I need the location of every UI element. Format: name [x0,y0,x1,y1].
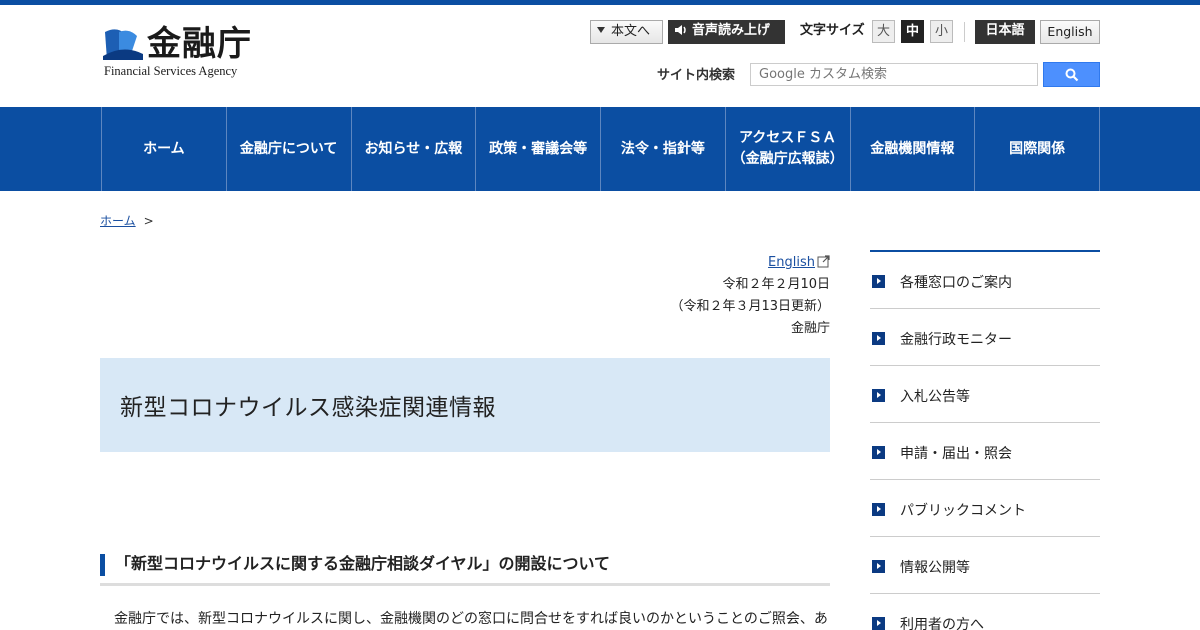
sidebar-item-users[interactable]: 利用者の方へ [870,594,1100,630]
arrow-square-icon [872,275,885,288]
divider [964,22,965,42]
nav-item-home[interactable]: ホーム [102,107,227,191]
english-page-link[interactable]: English [768,255,815,270]
voice-readout-button[interactable]: 音声読み上げ [668,20,785,44]
nav-item-access-fsa[interactable]: アクセスＦＳＡ （金融庁広報誌） [726,107,851,191]
breadcrumb-home-link[interactable]: ホーム [100,214,136,228]
nav-item-news[interactable]: お知らせ・広報 [352,107,477,191]
arrow-square-icon [872,332,885,345]
sidebar-item-contact[interactable]: 各種窓口のご案内 [870,252,1100,309]
nav-item-about[interactable]: 金融庁について [227,107,352,191]
body-paragraph: 金融庁では、新型コロナウイルスに関し、金融機関のどの窓口に問合せをすれば良いのか… [114,611,828,627]
skip-to-content-button[interactable]: 本文へ [590,20,663,44]
sidebar-item-public-comment[interactable]: パブリックコメント [870,480,1100,537]
nav-item-laws[interactable]: 法令・指針等 [601,107,726,191]
agency-name: 金融庁 [790,321,830,336]
arrow-square-icon [872,446,885,459]
global-nav: ホーム 金融庁について お知らせ・広報 政策・審議会等 法令・指針等 アクセスＦ… [0,107,1200,191]
arrow-square-icon [872,389,885,402]
page-title: 新型コロナウイルス感染症関連情報 [120,395,496,421]
arrow-square-icon [872,617,885,630]
logo-text: 金融庁 [147,24,252,64]
external-link-icon [817,255,830,268]
logo-subtitle: Financial Services Agency [104,64,238,78]
triangle-down-icon [597,27,605,33]
heading-accent-bar [100,554,105,576]
search-icon [1065,68,1078,81]
section-heading-text: 「新型コロナウイルスに関する金融庁相談ダイヤル」の開設について [115,554,611,573]
sidebar: 各種窓口のご案内 金融行政モニター 入札公告等 申請・届出・照会 パブリックコメ… [870,250,1100,630]
publish-date: 令和２年２月10日 [722,277,830,292]
page-meta: English 令和２年２月10日 （令和２年３月13日更新） 金融庁 [670,252,830,340]
updated-date: （令和２年３月13日更新） [670,299,830,314]
sidebar-item-monitor[interactable]: 金融行政モニター [870,309,1100,366]
font-size-label: 文字サイズ [800,23,865,38]
search-button[interactable] [1043,62,1100,87]
top-accent-bar [0,0,1200,5]
sidebar-item-applications[interactable]: 申請・届出・照会 [870,423,1100,480]
breadcrumb: ホーム > [100,212,154,229]
page-title-box: 新型コロナウイルス感染症関連情報 [100,358,830,452]
lang-english-button[interactable]: English [1040,20,1100,44]
arrow-square-icon [872,560,885,573]
nav-item-institutions[interactable]: 金融機関情報 [851,107,976,191]
arrow-square-icon [872,503,885,516]
lang-japanese-button[interactable]: 日本語 [975,20,1035,44]
font-size-medium-button[interactable]: 中 [901,20,924,43]
font-size-large-button[interactable]: 大 [872,20,895,43]
site-search-label: サイト内検索 [657,68,736,83]
speaker-icon [675,25,686,35]
sidebar-item-disclosure[interactable]: 情報公開等 [870,537,1100,594]
breadcrumb-separator: > [143,214,154,228]
nav-item-international[interactable]: 国際関係 [975,107,1100,191]
sidebar-item-bidding[interactable]: 入札公告等 [870,366,1100,423]
font-size-small-button[interactable]: 小 [930,20,953,43]
section-heading: 「新型コロナウイルスに関する金融庁相談ダイヤル」の開設について [100,552,830,586]
nav-item-policy[interactable]: 政策・審議会等 [476,107,601,191]
fsa-logo-mark-icon [103,29,143,60]
search-input[interactable] [750,63,1038,86]
site-logo[interactable]: 金融庁 Financial Services Agency [103,24,263,80]
